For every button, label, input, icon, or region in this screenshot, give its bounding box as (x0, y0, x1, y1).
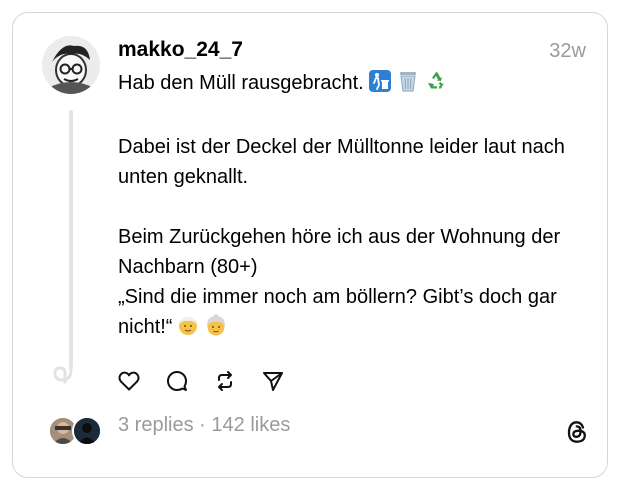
repost-icon (218, 371, 232, 391)
recycling-icon (424, 69, 448, 102)
repost-button[interactable] (212, 368, 238, 394)
litter-bin-sign-icon (368, 69, 392, 102)
post-line: Dabei ist der Deckel der Mülltonne leide… (118, 136, 571, 188)
comment-icon (167, 371, 187, 391)
avatar-image (42, 36, 100, 94)
post-stats: 3 replies · 142 likes (118, 414, 290, 437)
older-man-icon (176, 313, 200, 346)
older-woman-icon (204, 313, 228, 346)
post-line: Hab den Müll rausgebracht. (118, 68, 578, 102)
reply-avatars[interactable] (48, 414, 104, 446)
post-text: Hab den Müll rausgebracht. Dabei ist der… (118, 68, 578, 346)
username[interactable]: makko_24_7 (118, 38, 243, 62)
likes-count-link[interactable]: 142 likes (211, 414, 290, 436)
replies-count-link[interactable]: 3 replies (118, 414, 194, 436)
share-button[interactable] (260, 368, 286, 394)
like-button[interactable] (116, 368, 142, 394)
avatar[interactable] (42, 36, 100, 94)
send-icon (263, 372, 283, 391)
heart-icon (118, 371, 140, 391)
thread-loop-icon (50, 360, 76, 391)
timestamp: 32w (549, 40, 586, 62)
stats-separator: · (193, 414, 212, 436)
reply-button[interactable] (164, 368, 190, 394)
avatar (72, 416, 102, 446)
thread-line (69, 110, 73, 368)
post-line: Beim Zurückgehen höre ich aus der Wohnun… (118, 226, 566, 278)
wastebasket-icon (396, 69, 420, 102)
post-line: „Sind die immer noch am böllern? Gibt’s … (118, 282, 578, 346)
threads-logo-icon[interactable] (564, 418, 590, 451)
action-bar (116, 368, 286, 394)
